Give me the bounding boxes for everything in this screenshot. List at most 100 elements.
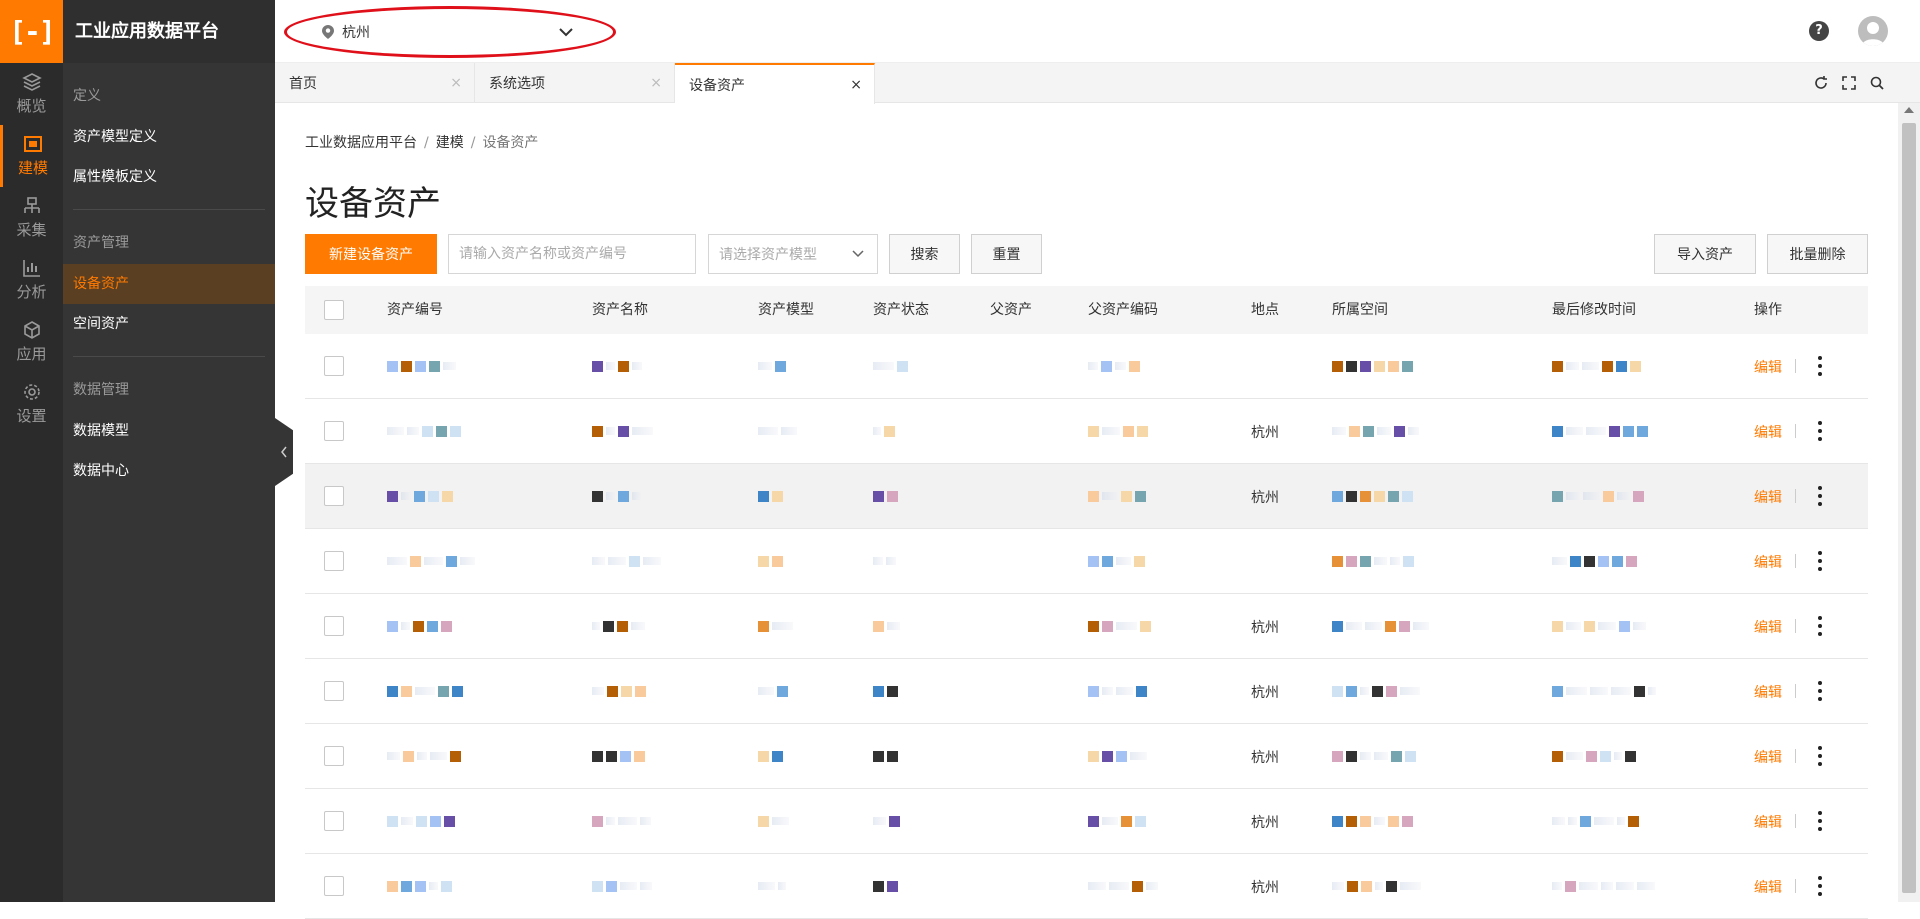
more-actions-icon[interactable] — [1817, 486, 1823, 506]
page-scrollbar[interactable] — [1898, 103, 1920, 902]
edit-link[interactable]: 编辑 — [1754, 617, 1782, 637]
edit-link[interactable]: 编辑 — [1754, 812, 1782, 832]
table-row[interactable]: 杭州 编辑 — [305, 399, 1868, 464]
edit-link[interactable]: 编辑 — [1754, 747, 1782, 767]
blur-fragment — [778, 882, 786, 890]
more-actions-icon[interactable] — [1817, 811, 1823, 831]
help-button[interactable]: ? — [1809, 21, 1829, 41]
column-header[interactable]: 地点 — [1251, 286, 1279, 334]
more-actions-icon[interactable] — [1817, 876, 1823, 896]
more-actions-icon[interactable] — [1817, 681, 1823, 701]
breadcrumb-item[interactable]: 建模 — [436, 135, 464, 151]
tab-device-assets[interactable]: 设备资产 × — [675, 63, 875, 104]
fullscreen-icon[interactable] — [1841, 75, 1857, 91]
more-actions-icon[interactable] — [1817, 746, 1823, 766]
avatar[interactable] — [1858, 16, 1888, 46]
close-icon[interactable]: × — [450, 75, 462, 91]
edit-link[interactable]: 编辑 — [1754, 422, 1782, 442]
table-row[interactable]: 杭州 编辑 — [305, 724, 1868, 789]
edit-link[interactable]: 编辑 — [1754, 552, 1782, 572]
tab-system-options[interactable]: 系统选项 × — [475, 63, 675, 103]
batch-delete-button[interactable]: 批量删除 — [1767, 234, 1868, 274]
sidebar-collapse-handle[interactable] — [275, 418, 293, 486]
select-all-checkbox[interactable] — [324, 300, 344, 320]
column-header[interactable]: 资产状态 — [873, 286, 929, 334]
nav-link-attr-template-def[interactable]: 属性模板定义 — [73, 157, 265, 197]
table-row[interactable]: 杭州 编辑 — [305, 789, 1868, 854]
table-row[interactable]: 杭州 编辑 — [305, 659, 1868, 724]
blur-fragment — [873, 362, 894, 370]
close-icon[interactable]: × — [650, 75, 662, 91]
blur-fragment — [1566, 752, 1583, 760]
rail-item-collect[interactable]: 采集 — [0, 187, 63, 249]
pixel-block — [414, 490, 425, 502]
table-row[interactable]: 编辑 — [305, 529, 1868, 594]
row-checkbox[interactable] — [324, 616, 344, 636]
row-checkbox[interactable] — [324, 551, 344, 571]
city-select[interactable]: 杭州 — [308, 14, 598, 50]
pixel-block — [1388, 815, 1399, 827]
column-header[interactable]: 资产名称 — [592, 286, 648, 334]
nav-link-device-assets[interactable]: 设备资产 — [63, 264, 275, 304]
pixel-block — [1360, 815, 1371, 827]
nav-link-asset-model-def[interactable]: 资产模型定义 — [73, 117, 265, 157]
scroll-up-arrow-icon[interactable] — [1904, 107, 1914, 113]
column-header[interactable]: 资产编号 — [387, 286, 443, 334]
column-header[interactable]: 资产模型 — [758, 286, 814, 334]
rail-item-apps[interactable]: 应用 — [0, 311, 63, 373]
breadcrumb-item[interactable]: 工业数据应用平台 — [305, 135, 417, 151]
asset-search-input[interactable] — [448, 234, 696, 274]
column-header[interactable]: 父资产编码 — [1088, 286, 1158, 334]
more-actions-icon[interactable] — [1817, 616, 1823, 636]
logo[interactable]: [-] — [0, 0, 63, 63]
blur-fragment — [758, 687, 774, 695]
row-checkbox[interactable] — [324, 746, 344, 766]
new-device-asset-button[interactable]: 新建设备资产 — [305, 234, 437, 274]
rail-item-overview[interactable]: 概览 — [0, 63, 63, 125]
reset-button[interactable]: 重置 — [971, 234, 1042, 274]
refresh-icon[interactable] — [1813, 75, 1829, 91]
edit-link[interactable]: 编辑 — [1754, 357, 1782, 377]
edit-link[interactable]: 编辑 — [1754, 682, 1782, 702]
rail-item-analysis[interactable]: 分析 — [0, 249, 63, 311]
column-header[interactable]: 最后修改时间 — [1552, 286, 1636, 334]
more-actions-icon[interactable] — [1817, 421, 1823, 441]
column-header[interactable]: 父资产 — [990, 286, 1032, 334]
pixel-block — [1402, 815, 1413, 827]
pixel-block — [1603, 490, 1614, 502]
scroll-thumb[interactable] — [1902, 123, 1916, 893]
location-cell: 杭州 — [1251, 620, 1279, 636]
more-actions-icon[interactable] — [1817, 356, 1823, 376]
nav-link-data-center[interactable]: 数据中心 — [73, 451, 265, 491]
table-row[interactable]: 编辑 — [305, 334, 1868, 399]
obscured-cell — [592, 747, 645, 765]
column-header[interactable]: 所属空间 — [1332, 286, 1388, 334]
pixel-block — [592, 490, 603, 502]
blur-fragment — [1611, 687, 1631, 695]
blur-fragment — [1102, 492, 1118, 500]
close-icon[interactable]: × — [850, 77, 862, 93]
row-checkbox[interactable] — [324, 421, 344, 441]
nav-link-space-assets[interactable]: 空间资产 — [73, 304, 265, 344]
asset-model-select[interactable]: 请选择资产模型 — [708, 234, 878, 274]
table-row[interactable]: 杭州 编辑 — [305, 464, 1868, 529]
row-checkbox[interactable] — [324, 811, 344, 831]
more-actions-icon[interactable] — [1817, 551, 1823, 571]
import-assets-button[interactable]: 导入资产 — [1654, 234, 1756, 274]
row-checkbox[interactable] — [324, 486, 344, 506]
pixel-block — [1360, 490, 1371, 502]
row-checkbox[interactable] — [324, 356, 344, 376]
table-row[interactable]: 杭州 编辑 — [305, 594, 1868, 659]
nav-link-data-model[interactable]: 数据模型 — [73, 411, 265, 451]
search-button[interactable]: 搜索 — [889, 234, 960, 274]
search-icon[interactable] — [1869, 75, 1885, 91]
edit-link[interactable]: 编辑 — [1754, 877, 1782, 897]
pixel-block — [1552, 490, 1563, 502]
rail-item-settings[interactable]: 设置 — [0, 373, 63, 435]
rail-item-modeling[interactable]: 建模 — [0, 125, 63, 187]
edit-link[interactable]: 编辑 — [1754, 487, 1782, 507]
tab-home[interactable]: 首页 × — [275, 63, 475, 103]
row-checkbox[interactable] — [324, 681, 344, 701]
row-checkbox[interactable] — [324, 876, 344, 896]
table-row[interactable]: 杭州 编辑 — [305, 854, 1868, 919]
